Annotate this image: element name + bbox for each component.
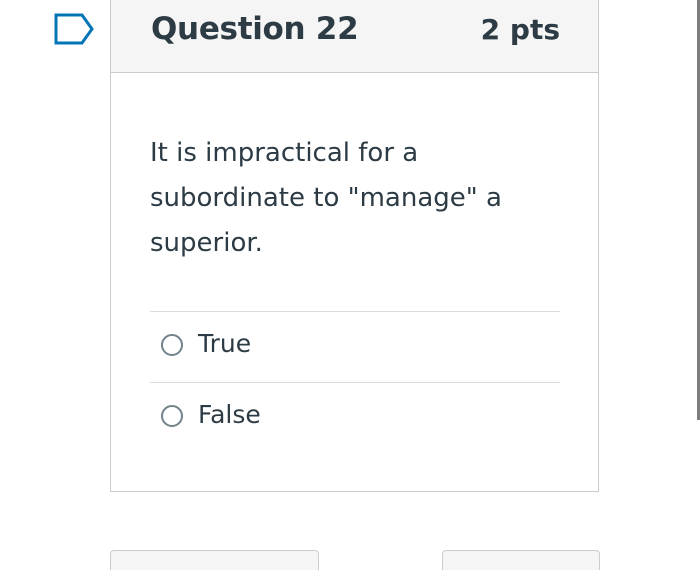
question-card: Question 22 2 pts It is impractical for … [110,0,599,492]
answer-option-true[interactable]: True [150,311,560,382]
quiz-page: Question 22 2 pts It is impractical for … [0,0,700,570]
previous-button[interactable] [110,550,319,570]
answer-label: False [198,400,261,429]
answer-list: True False [150,311,560,453]
answer-option-false[interactable]: False [150,382,560,453]
question-header: Question 22 2 pts [111,0,598,73]
bookmark-flag-icon [54,13,94,45]
radio-button[interactable] [161,334,183,356]
question-points: 2 pts [480,13,560,46]
question-text: It is impractical for a subordinate to "… [150,138,502,258]
question-title: Question 22 [151,11,359,47]
flag-question-button[interactable] [54,13,94,45]
next-button[interactable] [442,550,600,570]
answer-label: True [198,329,252,358]
radio-button[interactable] [161,405,183,427]
